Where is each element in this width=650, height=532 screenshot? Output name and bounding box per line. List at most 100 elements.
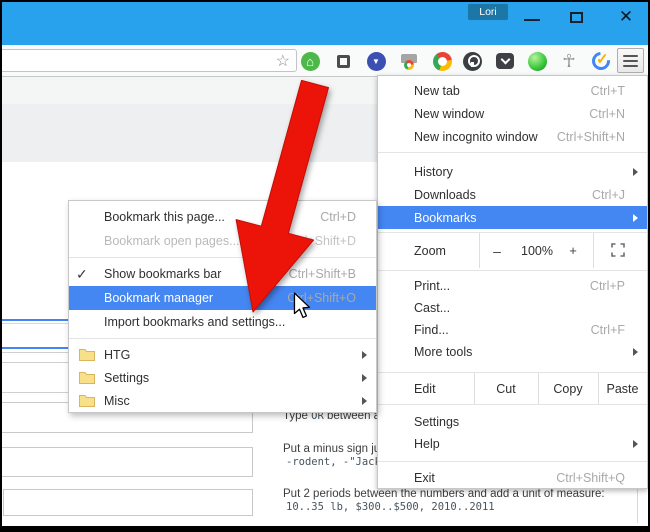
menu-label: Bookmark open pages... xyxy=(104,234,240,248)
menu-label: Help xyxy=(414,437,440,451)
menu-label: New tab xyxy=(414,84,460,98)
menu-label: Bookmark this page... xyxy=(104,210,225,224)
menu-label: Settings xyxy=(414,415,459,429)
password-extension-icon[interactable] xyxy=(461,50,483,72)
window-border xyxy=(0,526,650,532)
menu-item-help[interactable]: Help xyxy=(378,433,647,455)
submenu-item-bookmark-manager[interactable]: Bookmark manager Ctrl+Shift+O xyxy=(69,286,376,310)
menu-label: Find... xyxy=(414,323,449,337)
page-rule xyxy=(2,362,68,363)
menu-shortcut: Ctrl+P xyxy=(590,279,625,293)
submenu-arrow-icon xyxy=(362,397,367,405)
menu-label: Misc xyxy=(104,394,130,408)
maximize-button[interactable] xyxy=(560,2,592,32)
close-icon: ✕ xyxy=(619,7,633,27)
window-border xyxy=(0,0,650,2)
submenu-arrow-icon xyxy=(633,168,638,176)
divider xyxy=(593,233,594,268)
menu-label: New window xyxy=(414,107,484,121)
submenu-arrow-icon xyxy=(362,351,367,359)
house-icon: ⌂ xyxy=(306,55,314,68)
fullscreen-button[interactable] xyxy=(611,243,625,260)
menu-item-cast[interactable]: Cast... xyxy=(378,297,647,319)
browser-toolbar: ☆ ⌂ ▼ ☥ ✓ xyxy=(2,45,648,77)
home-extension-icon[interactable]: ⌂ xyxy=(299,50,321,72)
submenu-folder-htg[interactable]: HTG xyxy=(69,343,376,366)
menu-item-print[interactable]: Print... Ctrl+P xyxy=(378,275,647,297)
search-example-input[interactable] xyxy=(0,447,253,477)
chrome-ball-extension-icon[interactable] xyxy=(431,50,453,72)
menu-label: History xyxy=(414,165,453,179)
submenu-arrow-icon xyxy=(633,440,638,448)
profile-badge[interactable]: Lori xyxy=(468,4,508,20)
menu-label: Zoom xyxy=(378,244,446,258)
menu-separator xyxy=(378,270,647,271)
menu-label: New incognito window xyxy=(414,130,538,144)
title-bar: Lori ✕ xyxy=(2,2,648,45)
copy-button[interactable]: Copy xyxy=(538,382,598,396)
chrome-menu-button[interactable] xyxy=(617,48,644,73)
menu-edit-row: Edit Cut Copy Paste xyxy=(378,373,647,404)
cut-button[interactable]: Cut xyxy=(474,382,538,396)
menu-separator xyxy=(378,404,647,405)
page-table-blue-rule xyxy=(2,319,68,321)
search-example-input[interactable] xyxy=(3,489,253,516)
menu-shortcut: Ctrl+Shift+N xyxy=(557,130,625,144)
menu-item-new-incognito-window[interactable]: New incognito window Ctrl+Shift+N xyxy=(378,125,647,148)
menu-item-exit[interactable]: Exit Ctrl+Shift+Q xyxy=(378,467,647,489)
chrome-menu: New tab Ctrl+T New window Ctrl+N New inc… xyxy=(377,75,648,489)
pocket-extension-icon[interactable] xyxy=(494,50,516,72)
menu-shortcut: Ctrl+D xyxy=(320,210,356,224)
menu-item-history[interactable]: History xyxy=(378,160,647,183)
submenu-folder-settings[interactable]: Settings xyxy=(69,366,376,389)
menu-separator xyxy=(378,461,647,462)
menu-item-bookmarks[interactable]: Bookmarks xyxy=(378,206,647,229)
chevron-down-icon xyxy=(496,53,514,69)
menu-separator xyxy=(69,338,376,339)
folder-icon xyxy=(79,394,95,410)
menu-item-downloads[interactable]: Downloads Ctrl+J xyxy=(378,183,647,206)
check-circle-icon: ✓ xyxy=(592,52,610,70)
menu-label: Settings xyxy=(104,371,149,385)
menu-item-new-tab[interactable]: New tab Ctrl+T xyxy=(378,79,647,102)
zoom-level: 100% xyxy=(514,244,560,258)
chrome-mobile-extension-icon[interactable] xyxy=(398,50,420,72)
square-extension-icon[interactable] xyxy=(332,50,354,72)
chrome-logo-icon xyxy=(433,52,452,71)
square-icon xyxy=(337,55,350,68)
sphere-extension-icon[interactable] xyxy=(526,50,548,72)
briefcase-icon xyxy=(400,52,418,70)
paste-button[interactable]: Paste xyxy=(598,382,647,396)
menu-shortcut: Ctrl+F xyxy=(591,323,625,337)
submenu-arrow-icon xyxy=(633,214,638,222)
menu-label: Downloads xyxy=(414,188,476,202)
submenu-item-import-bookmarks[interactable]: Import bookmarks and settings... xyxy=(69,310,376,334)
submenu-item-bookmark-open-pages: Bookmark open pages... Ctrl+Shift+D xyxy=(69,229,376,253)
browser-window: Lori ✕ ☆ ⌂ ▼ ☥ ✓ xyxy=(0,0,650,532)
menu-separator xyxy=(69,257,376,258)
menu-item-find[interactable]: Find... Ctrl+F xyxy=(378,319,647,341)
menu-shortcut: Ctrl+Shift+B xyxy=(289,267,356,281)
menu-shortcut: Ctrl+Shift+D xyxy=(288,234,356,248)
submenu-arrow-icon xyxy=(633,348,638,356)
menu-label: Show bookmarks bar xyxy=(104,267,221,281)
submenu-item-show-bookmarks-bar[interactable]: ✓ Show bookmarks bar Ctrl+Shift+B xyxy=(69,262,376,286)
zoom-in-button[interactable]: + xyxy=(562,243,584,258)
checker-extension-icon[interactable]: ✓ xyxy=(590,50,612,72)
zoom-out-button[interactable]: – xyxy=(484,243,510,259)
submenu-item-bookmark-this-page[interactable]: Bookmark this page... Ctrl+D xyxy=(69,205,376,229)
menu-item-settings[interactable]: Settings xyxy=(378,411,647,433)
minimize-button[interactable] xyxy=(516,2,548,32)
menu-label: Exit xyxy=(414,471,435,485)
ankh-extension-icon[interactable]: ☥ xyxy=(558,50,580,72)
ankh-icon: ☥ xyxy=(562,51,575,71)
menu-item-more-tools[interactable]: More tools xyxy=(378,341,647,363)
close-button[interactable]: ✕ xyxy=(610,2,642,32)
maximize-icon xyxy=(570,12,583,23)
submenu-folder-misc[interactable]: Misc xyxy=(69,389,376,412)
page-rule xyxy=(637,489,638,523)
bookmark-star-icon[interactable]: ☆ xyxy=(276,51,290,72)
address-bar[interactable]: ☆ xyxy=(0,49,297,72)
onetab-extension-icon[interactable]: ▼ xyxy=(365,50,387,72)
menu-item-new-window[interactable]: New window Ctrl+N xyxy=(378,102,647,125)
